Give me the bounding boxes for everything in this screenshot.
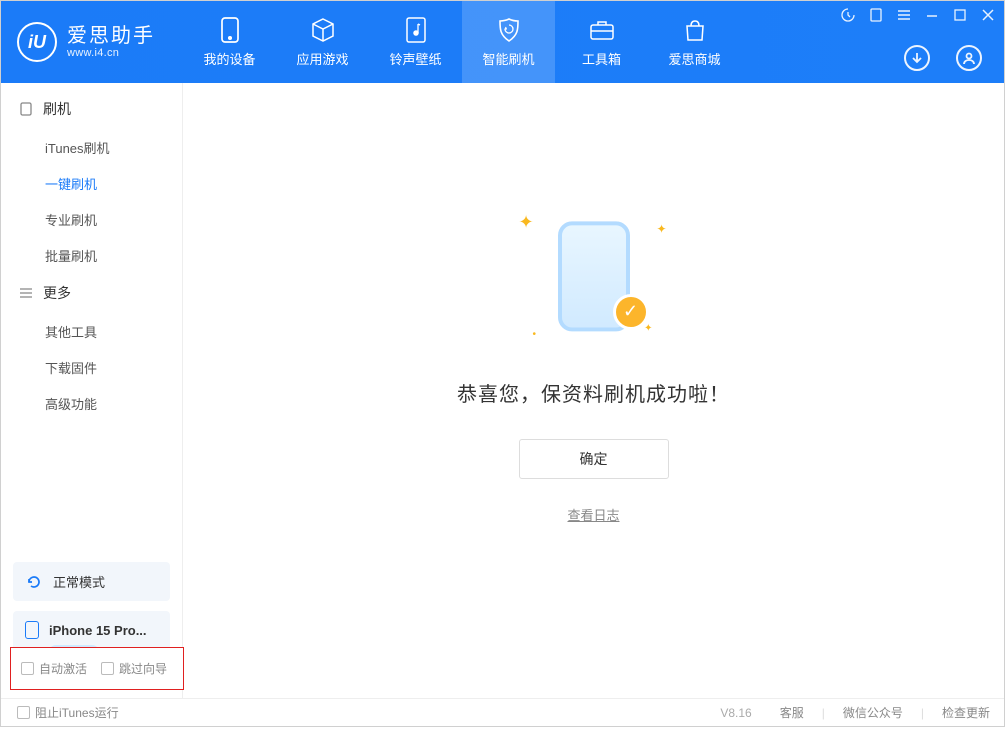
app-logo-icon: iU — [17, 22, 57, 62]
sparkle-icon: ✦ — [519, 212, 534, 233]
toolbox-icon — [589, 17, 615, 43]
user-button[interactable] — [956, 45, 982, 71]
skip-wizard-checkbox[interactable]: 跳过向导 — [101, 660, 167, 677]
auto-activate-checkbox[interactable]: 自动激活 — [21, 660, 87, 677]
more-icon — [19, 286, 33, 300]
support-link[interactable]: 客服 — [780, 704, 804, 721]
sparkle-icon: • — [533, 329, 537, 340]
bag-icon — [682, 17, 708, 43]
shield-icon — [496, 17, 522, 43]
sidebar-item-pro-flash[interactable]: 专业刷机 — [1, 201, 182, 237]
check-update-link[interactable]: 检查更新 — [942, 704, 990, 721]
music-icon — [403, 17, 429, 43]
device-name: iPhone 15 Pro... — [49, 623, 147, 638]
main-nav: 我的设备 应用游戏 铃声壁纸 智能刷机 工具箱 爱思商城 — [183, 1, 741, 83]
cube-icon — [310, 17, 336, 43]
sidebar-item-advanced[interactable]: 高级功能 — [1, 385, 182, 421]
nav-tab-flash[interactable]: 智能刷机 — [462, 1, 555, 83]
close-icon[interactable] — [980, 7, 996, 23]
footer-bar: 阻止iTunes运行 V8.16 客服 | 微信公众号 | 检查更新 — [1, 698, 1004, 726]
mode-status-card[interactable]: 正常模式 — [13, 562, 170, 601]
nav-tab-ringtones[interactable]: 铃声壁纸 — [369, 1, 462, 83]
download-button[interactable] — [904, 45, 930, 71]
block-itunes-checkbox[interactable]: 阻止iTunes运行 — [17, 704, 119, 721]
nav-tab-apps[interactable]: 应用游戏 — [276, 1, 369, 83]
sidebar-item-itunes-flash[interactable]: iTunes刷机 — [1, 129, 182, 165]
nav-tab-device[interactable]: 我的设备 — [183, 1, 276, 83]
view-log-link[interactable]: 查看日志 — [567, 505, 619, 524]
confirm-button[interactable]: 确定 — [519, 439, 669, 479]
maximize-icon[interactable] — [952, 7, 968, 23]
phone-device-icon — [25, 621, 39, 639]
sidebar-item-oneclick-flash[interactable]: 一键刷机 — [1, 165, 182, 201]
app-title: 爱思助手 — [67, 25, 155, 47]
success-message: 恭喜您，保资料刷机成功啦！ — [457, 378, 730, 407]
app-url: www.i4.cn — [67, 47, 155, 59]
sidebar-group-more: 更多 — [1, 273, 182, 313]
sparkle-icon: ✦ — [656, 222, 666, 236]
check-badge-icon: ✓ — [613, 294, 649, 330]
nav-tab-store[interactable]: 爱思商城 — [648, 1, 741, 83]
main-content: ✦ ✦ ✦ • ✓ 恭喜您，保资料刷机成功啦！ 确定 查看日志 — [183, 83, 1004, 698]
phone-small-icon — [19, 102, 33, 116]
sidebar-item-batch-flash[interactable]: 批量刷机 — [1, 237, 182, 273]
sidebar-item-download-firmware[interactable]: 下载固件 — [1, 349, 182, 385]
refresh-icon — [25, 573, 43, 591]
sidebar-item-other-tools[interactable]: 其他工具 — [1, 313, 182, 349]
logo-block: iU 爱思助手 www.i4.cn — [1, 1, 175, 83]
nav-tab-toolbox[interactable]: 工具箱 — [555, 1, 648, 83]
sidebar-group-flash: 刷机 — [1, 89, 182, 129]
version-label: V8.16 — [720, 706, 751, 720]
highlighted-options-box: 自动激活 跳过向导 — [10, 647, 184, 690]
phone-window-icon[interactable] — [868, 7, 884, 23]
sidebar: 刷机 iTunes刷机 一键刷机 专业刷机 批量刷机 更多 其他工具 下载固件 … — [1, 83, 183, 698]
minimize-icon[interactable] — [924, 7, 940, 23]
feedback-icon[interactable] — [840, 7, 856, 23]
app-header: iU 爱思助手 www.i4.cn 我的设备 应用游戏 铃声壁纸 智能刷机 — [1, 1, 1004, 83]
menu-icon[interactable] — [896, 7, 912, 23]
wechat-link[interactable]: 微信公众号 — [843, 704, 903, 721]
sparkle-icon: ✦ — [644, 323, 652, 334]
window-controls — [840, 7, 996, 23]
device-icon — [217, 17, 243, 43]
success-illustration: ✦ ✦ ✦ • ✓ — [529, 218, 659, 348]
